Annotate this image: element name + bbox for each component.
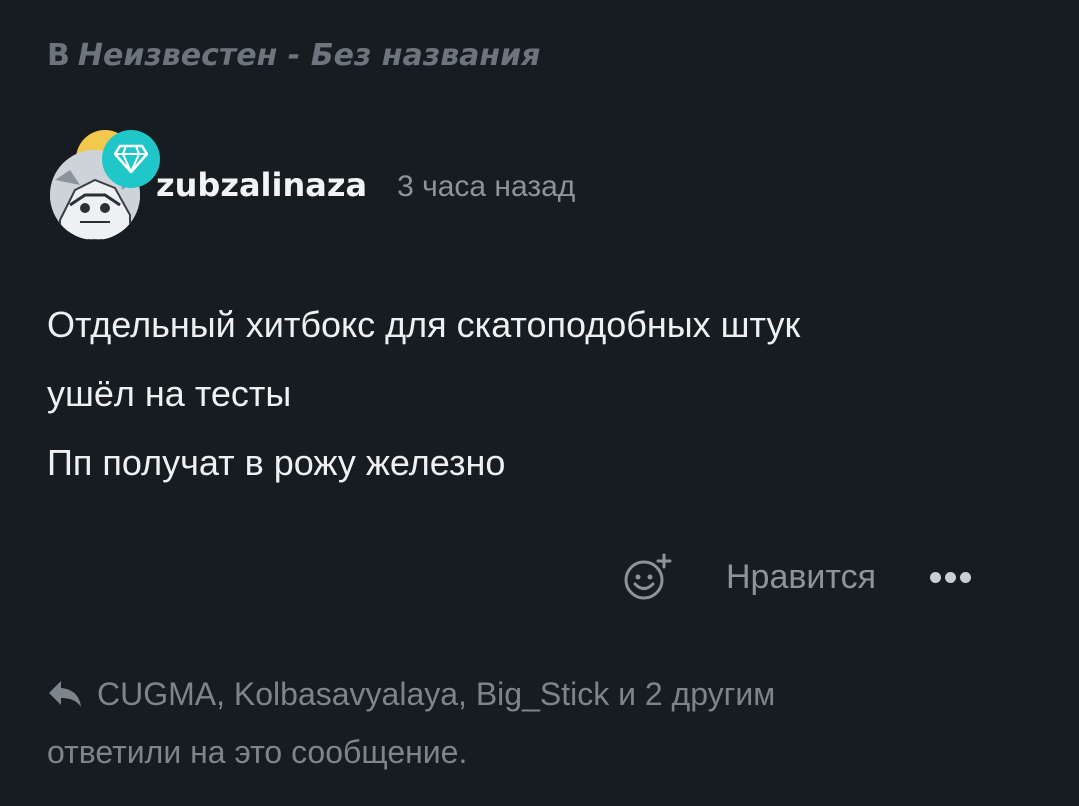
reply-arrow-icon [49,681,81,707]
post-timestamp: 3 часа назад [397,170,576,203]
like-button[interactable]: Нравится [726,558,876,597]
message-body: Отдельный хитбокс для скатоподобных штук… [47,290,1027,497]
channel-header[interactable]: В Неизвестен - Без названия [47,38,540,73]
message-line: Пп получат в рожу железно [47,442,506,483]
more-dots-icon[interactable] [930,571,972,583]
post-meta: zubzalinaza 3 часа назад [156,166,575,204]
diamond-icon [102,130,160,188]
replies-summary[interactable]: CUGMA, Kolbasavyalaya, Big_Stick и 2 дру… [47,665,1027,781]
channel-prefix: В [47,38,70,73]
replies-users: CUGMA, Kolbasavyalaya, Big_Stick и 2 дру… [97,676,776,712]
channel-name[interactable]: Неизвестен - Без названия [78,38,541,73]
author-avatar[interactable] [50,130,160,240]
replies-text: ответили на это сообщение. [47,734,468,770]
message-line: ушёл на тесты [47,373,292,414]
message-line: Отдельный хитбокс для скатоподобных штук [47,304,801,345]
add-reaction-icon[interactable] [620,552,674,602]
author-username[interactable]: zubzalinaza [156,166,367,204]
message-actions: Нравится [620,552,972,602]
